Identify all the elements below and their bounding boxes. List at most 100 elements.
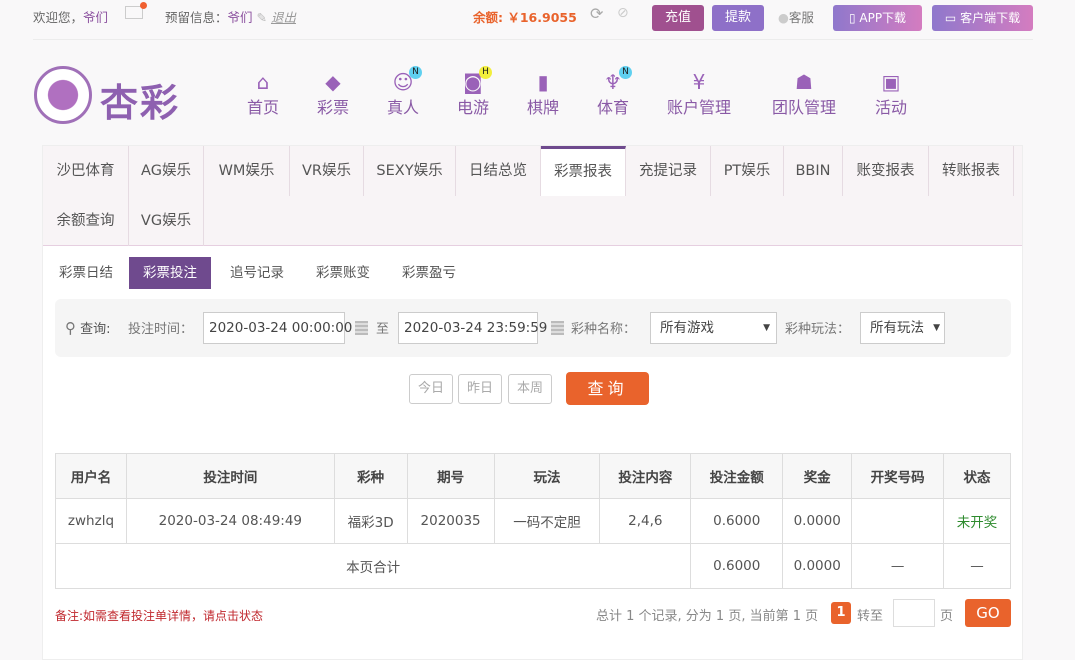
yesterday-button[interactable]: 昨日 [458,374,502,404]
column-header: 状态 [943,453,1011,499]
time-label: 投注时间： [128,322,194,337]
top-bar: 欢迎您，爷们 预留信息：爷们 ✎ 退出 余额: ￥16.9055 ⟳ ⊘ 充值 … [33,0,1033,40]
table-cell: 0.6000 [690,498,784,544]
nav-item[interactable]: ⌂ 首页 [245,70,281,118]
report-tab[interactable]: 彩票报表 [541,146,626,196]
game-label: 彩种名称： [571,322,637,337]
report-tab[interactable]: PT娱乐 [711,146,784,196]
to-label: 至 [376,322,390,337]
report-tab[interactable]: 余额查询 [43,196,129,246]
report-tab[interactable]: VG娱乐 [129,196,204,246]
column-header: 奖金 [782,453,853,499]
nav-item[interactable]: ♆ N 体育 [595,66,632,118]
report-tab[interactable]: VR娱乐 [290,146,364,196]
table-cell: 一码不定胆 [493,498,601,544]
nav-item[interactable]: ☺ N 真人 [385,66,422,118]
total-label: 本页合计 [54,543,692,589]
report-tab[interactable]: WM娱乐 [204,146,290,196]
welcome-text: 欢迎您，爷们 [33,10,109,25]
page-label: 页 [940,609,954,624]
current-page[interactable]: 1 [831,602,851,624]
badge: N [409,66,422,79]
start-time-input[interactable]: 2020-03-24 00:00:00 [203,312,352,344]
note-text: 备注:如需查看投注单详情，请点击状态 [55,609,264,623]
content-panel: 沙巴体育 AG娱乐 WM娱乐 VR娱乐 SEXY娱乐 日结总览 彩票报表 充提记录 PT娱乐 BB… [42,145,1023,660]
nav-item[interactable]: ◙ H 电游 [455,66,492,118]
table-cell: 0.0000 [782,498,853,544]
report-tab[interactable]: 沙巴体育 [43,146,129,196]
page-input[interactable] [893,599,935,627]
balance: 余额: ￥16.9055 [473,10,577,25]
client-download-button[interactable]: ▭ 客户端下载 [932,5,1033,31]
today-button[interactable]: 今日 [409,374,453,404]
nav-label: 首页 [246,98,279,117]
nav-item[interactable]: ◆ 彩票 [315,70,351,118]
withdraw-button[interactable]: 提款 [712,5,764,31]
hide-eye-icon[interactable]: ⊘ [617,5,629,21]
dropdown-arrow-icon: ▼ [763,323,770,333]
nav-label: 电游 [456,98,489,117]
this-week-button[interactable]: 本周 [508,374,552,404]
column-header: 彩种 [333,453,408,499]
go-button[interactable]: GO [965,599,1011,627]
bets-table: 用户名 投注时间 彩种 期号 玩法 投注内容 投注金额 奖金 开奖号码 状态 zwhzlq 2020-… [54,453,1011,589]
nav-item[interactable]: ☗ 团队管理 [770,70,838,118]
edit-icon[interactable]: ✎ [257,10,267,25]
username-link[interactable]: 爷们 [83,10,108,25]
refresh-icon[interactable]: ⟳ [590,4,603,23]
calendar-icon[interactable] [551,321,564,335]
report-tab[interactable]: AG娱乐 [129,146,204,196]
report-tab[interactable]: 充提记录 [626,146,711,196]
sub-tab[interactable]: 追号记录 [216,257,298,289]
end-time-input[interactable]: 2020-03-24 23:59:59 [398,312,547,344]
table-cell[interactable]: 未开奖 [943,498,1011,544]
table-cell: 2020-03-24 08:49:49 [125,498,335,544]
badge: N [619,66,632,79]
play-select[interactable]: 所有玩法 ▼ [860,312,945,344]
badge: H [479,66,492,79]
logout-link[interactable]: 退出 [271,10,296,25]
total-bonus: 0.0000 [782,543,853,589]
column-header: 玩法 [493,453,601,499]
pager-summary: 总计 1 个记录, 分为 1 页, 当前第 1 页 [596,609,819,624]
sub-tab[interactable]: 彩票日结 [45,257,127,289]
nav-item[interactable]: ¥ 账户管理 [665,70,733,118]
cards-icon: ▮ [537,70,549,94]
nav-item[interactable]: ▮ 棋牌 [525,70,561,118]
nav-label: 体育 [596,98,629,117]
recharge-button[interactable]: 充值 [652,5,704,31]
sub-tab[interactable]: 彩票投注 [129,257,211,289]
logo[interactable]: 杏彩 [34,66,184,125]
service-link[interactable]: ●客服 [778,7,814,26]
column-header: 期号 [406,453,495,499]
table-cell: 福彩3D [333,498,408,544]
trophy-icon: ♆ N [595,66,632,94]
search-button[interactable]: 查询 [566,372,649,405]
team-icon: ☗ [795,70,813,94]
report-tab[interactable]: 转账报表 [929,146,1014,196]
service-icon: ● [778,10,789,25]
app-download-button[interactable]: ▯ APP下载 [833,5,922,31]
play-label: 彩种玩法： [785,322,851,337]
query-label: ⚲ 查询: [65,319,111,337]
game-select[interactable]: 所有游戏 ▼ [650,312,777,344]
gift-icon: ▣ [881,70,901,94]
table-cell: zwhzlq [55,498,127,544]
report-tab[interactable]: SEXY娱乐 [364,146,456,196]
report-tab[interactable]: 日结总览 [456,146,541,196]
search-icon: ⚲ [65,319,76,337]
table-cell: 2020035 [406,498,495,544]
sub-tab[interactable]: 彩票账变 [302,257,384,289]
calendar-icon[interactable] [355,321,368,335]
total-status: — [943,543,1011,589]
logo-text: 杏彩 [100,81,181,125]
nav-label: 真人 [386,98,419,117]
report-tab[interactable]: 账变报表 [843,146,929,196]
sub-tab[interactable]: 彩票盈亏 [388,257,470,289]
goto-label: 转至 [857,609,884,624]
logo-emblem [34,66,92,124]
mail-icon[interactable] [125,2,147,19]
report-tab[interactable]: BBIN [784,146,843,196]
nav-label: 彩票 [316,98,349,117]
nav-item[interactable]: ▣ 活动 [873,70,909,118]
